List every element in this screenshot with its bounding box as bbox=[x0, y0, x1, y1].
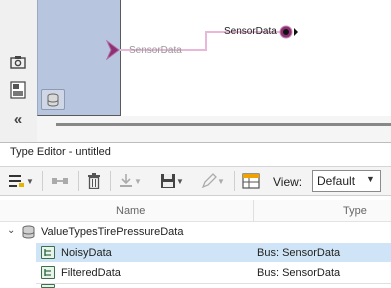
delete-button[interactable] bbox=[83, 171, 105, 191]
bus-icon bbox=[41, 246, 55, 259]
bus-icon bbox=[41, 284, 55, 288]
chevron-down-icon: ▼ bbox=[366, 174, 375, 184]
inport-arrow bbox=[105, 39, 120, 60]
signal-out-label: SensorData bbox=[224, 26, 277, 37]
tree-root-row[interactable]: ⌄ ValueTypesTirePressureData bbox=[0, 223, 391, 242]
save-button[interactable]: ▼ bbox=[156, 171, 188, 191]
chevron-down-icon: ▼ bbox=[26, 176, 34, 186]
outport-center bbox=[283, 29, 289, 35]
column-header-name[interactable]: Name bbox=[116, 205, 145, 217]
database-icon[interactable] bbox=[41, 89, 65, 110]
canvas-scroll-area bbox=[37, 116, 391, 142]
toolbar-separator bbox=[110, 171, 111, 191]
toolbar-separator bbox=[234, 171, 235, 191]
row-type: Bus: SensorData bbox=[257, 267, 341, 279]
outport-arrow bbox=[294, 28, 298, 36]
row-name: FilteredData bbox=[61, 267, 121, 279]
edit-button[interactable]: ▼ bbox=[196, 171, 230, 191]
view-select-value: Default bbox=[317, 174, 356, 188]
table-row bbox=[36, 283, 391, 288]
database-icon bbox=[22, 225, 35, 242]
bus-icon bbox=[41, 266, 55, 279]
row-type: Bus: SensorData bbox=[257, 247, 341, 259]
column-header-type[interactable]: Type bbox=[343, 205, 367, 217]
table-row[interactable]: NoisyData Bus: SensorData bbox=[36, 243, 391, 262]
camera-icon[interactable] bbox=[9, 53, 27, 71]
root-name: ValueTypesTirePressureData bbox=[41, 226, 184, 238]
column-divider[interactable] bbox=[253, 200, 254, 222]
panel-title: Type Editor - untitled bbox=[10, 146, 111, 158]
collapse-left-icon[interactable]: « bbox=[9, 110, 27, 128]
chevron-down-icon[interactable]: ⌄ bbox=[7, 225, 15, 236]
toolbar-separator bbox=[42, 171, 43, 191]
view-label: View: bbox=[273, 175, 303, 189]
table-view-icon[interactable] bbox=[239, 171, 263, 191]
signal-in-label: SensorData bbox=[129, 45, 182, 56]
canvas-left-toolbar: « bbox=[0, 0, 34, 142]
layers-icon[interactable] bbox=[9, 81, 27, 99]
connect-icon[interactable] bbox=[48, 171, 72, 191]
chevron-down-icon: ▼ bbox=[217, 176, 225, 186]
chevron-down-icon: ▼ bbox=[134, 176, 142, 186]
toolbar-separator bbox=[78, 171, 79, 191]
horizontal-scrollbar[interactable] bbox=[56, 123, 391, 126]
chevron-down-icon: ▼ bbox=[176, 176, 184, 186]
add-type-button[interactable]: ▼ bbox=[6, 171, 36, 191]
table-row[interactable]: FilteredData Bus: SensorData bbox=[36, 263, 391, 282]
table-header bbox=[0, 200, 391, 222]
import-button[interactable]: ▼ bbox=[114, 171, 146, 191]
row-name: NoisyData bbox=[61, 247, 112, 259]
